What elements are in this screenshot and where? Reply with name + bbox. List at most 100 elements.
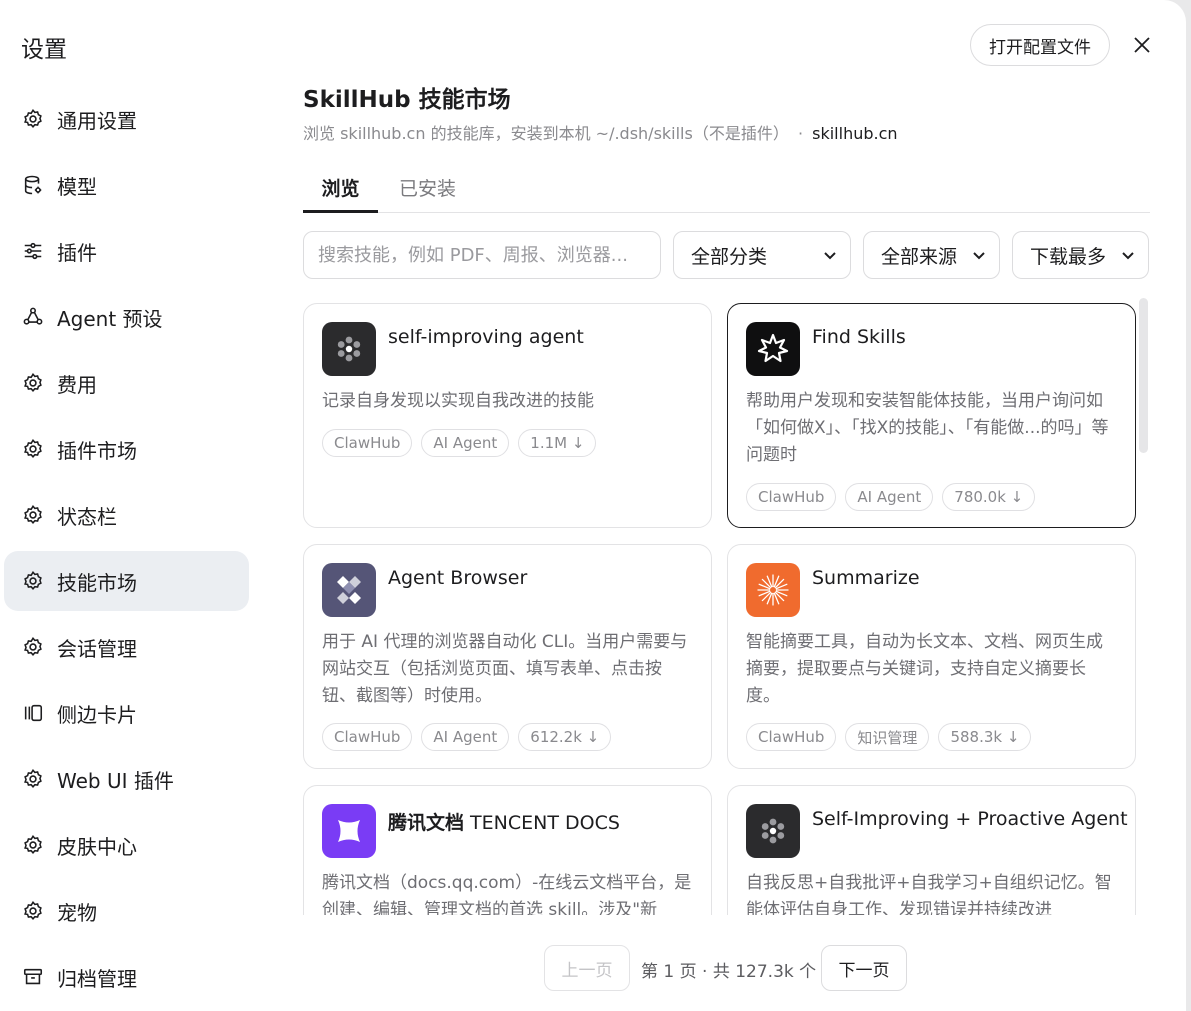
- sort-select-value: 下载最多: [1030, 245, 1107, 268]
- sidebar-item-plugins[interactable]: 插件: [4, 221, 249, 281]
- skill-card[interactable]: Summarize 智能摘要工具，自动为长文本、文档、网页生成摘要，提取要点与关键…: [727, 544, 1136, 769]
- tab-bar: 浏览 已安装: [303, 172, 1150, 213]
- skill-card-title: Agent Browser: [388, 567, 527, 589]
- skill-card-tags: ClawHub AI Agent 780.0k ↓: [746, 483, 1036, 511]
- download-count-badge: 588.3k ↓: [938, 723, 1032, 751]
- gear-icon: [21, 437, 45, 461]
- download-count-badge: 1.1M ↓: [518, 429, 597, 457]
- sidebar-item-label: 通用设置: [57, 108, 137, 133]
- subtitle-text: 浏览 skillhub.cn 的技能库，安装到本机 ~/.dsh/skills（…: [303, 124, 789, 143]
- diamond-grid-icon: [322, 563, 376, 617]
- skill-card-title-text: Find Skills: [812, 326, 906, 348]
- sunburst-icon: [746, 563, 800, 617]
- skill-card-title: self-improving agent: [388, 326, 584, 348]
- chevron-down-icon: [824, 252, 836, 260]
- sidebar-item-label: Web UI 插件: [57, 768, 174, 793]
- archive-icon: [21, 965, 45, 989]
- next-page-button[interactable]: 下一页: [821, 945, 907, 991]
- sidebar-item-label: 插件市场: [57, 438, 137, 463]
- page-title: SkillHub 技能市场: [303, 87, 511, 113]
- skill-card-title-bold: 腾讯文档: [388, 812, 465, 834]
- tag-badge: AI Agent: [421, 429, 510, 457]
- skill-search-input[interactable]: [303, 231, 661, 279]
- sidebar-item-archive-management[interactable]: 归档管理: [4, 947, 249, 1007]
- sidebar-item-label: 费用: [57, 372, 97, 397]
- sidebar-item-status-bar[interactable]: 状态栏: [4, 485, 249, 545]
- skill-card[interactable]: Self-Improving + Proactive Agent 自我反思+自我批…: [727, 785, 1136, 915]
- download-count-badge: 612.2k ↓: [518, 723, 612, 751]
- sidebar-item-session-management[interactable]: 会话管理: [4, 617, 249, 677]
- skillhub-link[interactable]: skillhub.cn: [812, 124, 897, 143]
- sidebar-item-label: 插件: [57, 240, 97, 265]
- sidebar-item-webui-plugins[interactable]: Web UI 插件: [4, 749, 249, 809]
- open-config-button[interactable]: 打开配置文件: [970, 24, 1110, 66]
- sidebar-item-side-cards[interactable]: 侧边卡片: [4, 683, 249, 743]
- tag-badge: ClawHub: [322, 429, 413, 457]
- sidebar-item-skin-center[interactable]: 皮肤中心: [4, 815, 249, 875]
- skill-card-title-text: Summarize: [812, 567, 920, 589]
- skill-card[interactable]: Find Skills 帮助用户发现和安装智能体技能，当用户询问如「如何做X」、「…: [727, 303, 1136, 528]
- starburst-icon: [746, 322, 800, 376]
- skill-card-grid[interactable]: self-improving agent 记录自身发现以实现自我改进的技能 Claw…: [303, 303, 1150, 915]
- tag-badge: AI Agent: [421, 723, 510, 751]
- close-icon: [1134, 37, 1150, 53]
- sidebar-item-agent-presets[interactable]: Agent 预设: [4, 287, 249, 347]
- tag-badge: ClawHub: [746, 723, 837, 751]
- dots-cluster-icon: [322, 322, 376, 376]
- tag-badge: 知识管理: [845, 723, 930, 751]
- chevron-down-icon: [1122, 252, 1134, 260]
- skill-card[interactable]: self-improving agent 记录自身发现以实现自我改进的技能 Claw…: [303, 303, 712, 528]
- sort-select[interactable]: 下载最多: [1012, 231, 1149, 279]
- sidebar-item-label: 归档管理: [57, 966, 137, 991]
- tencent-docs-icon: [322, 804, 376, 858]
- category-select[interactable]: 全部分类: [673, 231, 851, 279]
- sidebar-item-label: 会话管理: [57, 636, 137, 661]
- tag-badge: ClawHub: [746, 483, 837, 511]
- prev-page-button[interactable]: 上一页: [544, 945, 630, 991]
- skill-card-title: 腾讯文档 TENCENT DOCS: [388, 808, 620, 835]
- sidebar-item-general[interactable]: 通用设置: [4, 89, 249, 149]
- scrollbar[interactable]: [1139, 298, 1148, 453]
- tab-browse[interactable]: 浏览: [303, 172, 378, 213]
- gear-icon: [21, 635, 45, 659]
- sidebar-item-skill-market[interactable]: 技能市场: [4, 551, 249, 611]
- source-select[interactable]: 全部来源: [863, 231, 1000, 279]
- subtitle-separator: ·: [797, 124, 804, 143]
- chevron-down-icon: [973, 252, 985, 260]
- side-panel-icon: [21, 701, 45, 725]
- skill-card-title-text: TENCENT DOCS: [464, 812, 620, 834]
- skill-card[interactable]: 腾讯文档 TENCENT DOCS 腾讯文档（docs.qq.com）-在线云文档…: [303, 785, 712, 915]
- gear-icon: [21, 107, 45, 131]
- skill-card-tags: ClawHub AI Agent 612.2k ↓: [322, 723, 612, 751]
- tab-installed[interactable]: 已安装: [399, 172, 456, 213]
- sidebar-item-pets[interactable]: 宠物: [4, 881, 249, 941]
- close-button[interactable]: [1128, 31, 1156, 59]
- gear-icon: [21, 569, 45, 593]
- skill-card-description: 自我反思+自我批评+自我学习+自组织记忆。智能体评估自身工作、发现错误并持续改进: [746, 873, 1112, 915]
- skill-card-description: 腾讯文档（docs.qq.com）-在线云文档平台，是创建、编辑、管理文档的首选…: [322, 873, 692, 915]
- page-subtitle: 浏览 skillhub.cn 的技能库，安装到本机 ~/.dsh/skills（…: [303, 120, 898, 144]
- database-icon: [21, 173, 45, 197]
- skill-card-tags: ClawHub 知识管理 588.3k ↓: [746, 723, 1032, 751]
- tag-badge: AI Agent: [845, 483, 934, 511]
- gear-icon: [21, 767, 45, 791]
- sidebar-item-label: 皮肤中心: [57, 834, 137, 859]
- sidebar-item-label: 宠物: [57, 900, 97, 925]
- sidebar-item-model[interactable]: 模型: [4, 155, 249, 215]
- sidebar-item-billing[interactable]: 费用: [4, 353, 249, 413]
- settings-window: 设置 通用设置 模型 插件 Agent 预设 费用 插件市场 状态栏 技能市场 会话管理 侧边卡片…: [0, 0, 1186, 1011]
- sidebar-item-label: 侧边卡片: [57, 702, 137, 727]
- sidebar-item-label: 状态栏: [57, 504, 117, 529]
- gear-icon: [21, 833, 45, 857]
- skill-card-title-text: Agent Browser: [388, 567, 528, 589]
- skill-card-description: 智能摘要工具，自动为长文本、文档、网页生成摘要，提取要点与关键词，支持自定义摘要…: [746, 632, 1103, 706]
- skill-card[interactable]: Agent Browser 用于 AI 代理的浏览器自动化 CLI。当用户需要与网…: [303, 544, 712, 769]
- sliders-icon: [21, 239, 45, 263]
- source-select-value: 全部来源: [881, 245, 958, 268]
- settings-sidebar: 设置 通用设置 模型 插件 Agent 预设 费用 插件市场 状态栏 技能市场 会话管理 侧边卡片…: [0, 0, 262, 1011]
- category-select-value: 全部分类: [691, 245, 768, 268]
- dots-cluster-icon: [746, 804, 800, 858]
- sidebar-item-label: 技能市场: [57, 570, 137, 595]
- gear-icon: [21, 899, 45, 923]
- sidebar-item-plugin-market[interactable]: 插件市场: [4, 419, 249, 479]
